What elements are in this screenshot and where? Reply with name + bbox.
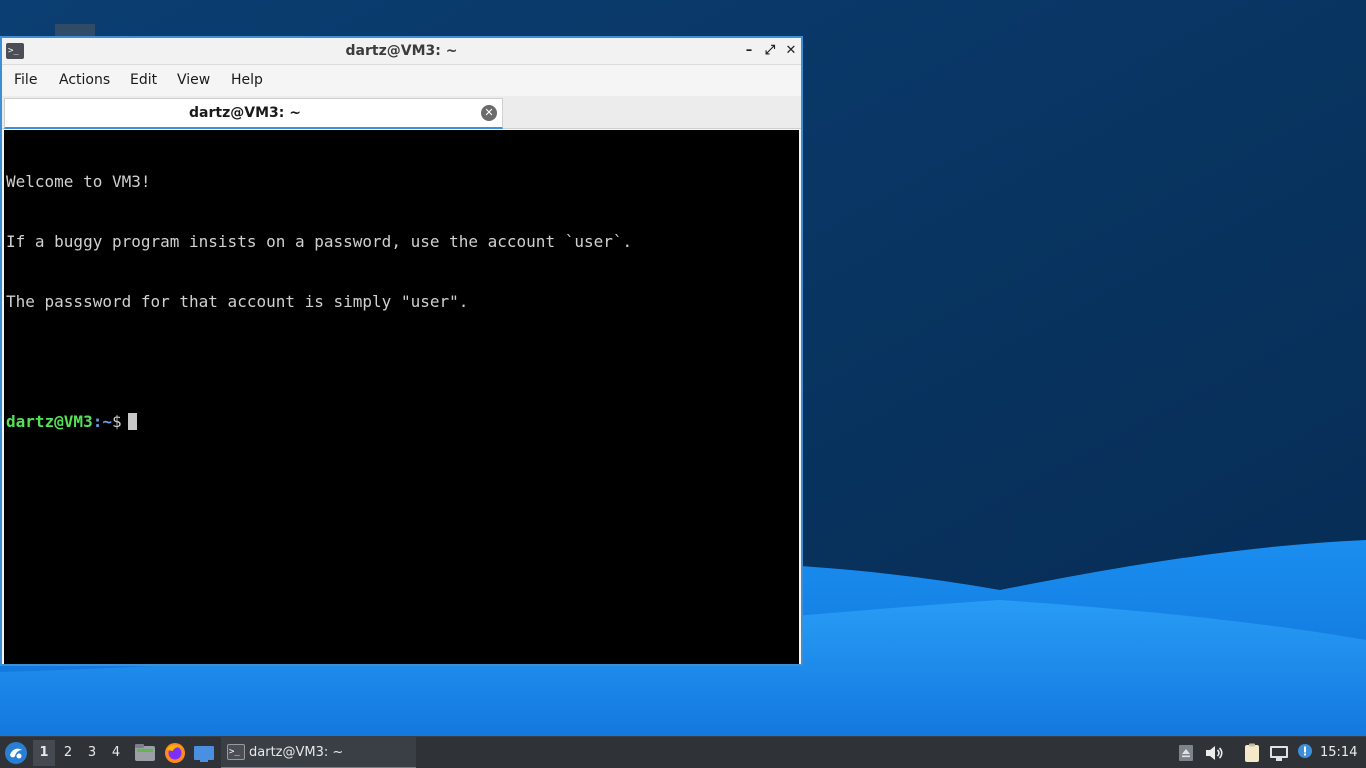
workspace-1[interactable]: 1	[33, 740, 55, 766]
menu-actions[interactable]: Actions	[57, 65, 112, 96]
firefox-icon[interactable]	[163, 741, 187, 765]
maximize-button[interactable]: ⤢	[760, 41, 780, 61]
workspace-2[interactable]: 2	[57, 740, 79, 766]
file-manager-icon[interactable]	[133, 741, 157, 765]
prompt-symbol: $	[111, 412, 122, 431]
terminal-line: If a buggy program insists on a password…	[6, 232, 633, 251]
terminal-output[interactable]: Welcome to VM3! If a buggy program insis…	[4, 130, 799, 664]
clock[interactable]: 15:14	[1320, 737, 1357, 768]
close-button[interactable]: ✕	[781, 41, 801, 61]
volume-icon[interactable]	[1203, 742, 1225, 764]
terminal-line: The passsword for that account is simply…	[6, 292, 469, 311]
text-cursor	[127, 413, 137, 430]
terminal-prompt[interactable]: dartz@VM3:~$	[6, 412, 797, 432]
minimize-button[interactable]: –	[739, 41, 759, 61]
workspace-3[interactable]: 3	[81, 740, 103, 766]
prompt-separator: :	[92, 412, 103, 431]
taskbar: 1 2 3 4 >_ dartz@VM3: ~ 15:14	[0, 736, 1366, 768]
menu-view[interactable]: View	[175, 65, 212, 96]
terminal-icon: >_	[227, 744, 245, 760]
close-icon[interactable]: ✕	[481, 105, 497, 121]
task-label: dartz@VM3: ~	[249, 745, 344, 760]
tab-bar: dartz@VM3: ~ ✕	[2, 96, 801, 129]
tab-terminal[interactable]: dartz@VM3: ~ ✕	[4, 98, 503, 129]
menu-edit[interactable]: Edit	[128, 65, 159, 96]
lxqt-start-icon[interactable]	[4, 741, 28, 765]
window-title: dartz@VM3: ~	[345, 43, 458, 59]
tab-label: dartz@VM3: ~	[189, 105, 301, 121]
update-notifier-icon[interactable]	[1294, 742, 1316, 764]
menubar: File Actions Edit View Help	[2, 65, 801, 96]
desktop-marker	[55, 24, 95, 36]
terminal-line: Welcome to VM3!	[6, 172, 151, 191]
terminal-window[interactable]: >_ dartz@VM3: ~ – ⤢ ✕ File Actions Edit …	[0, 36, 803, 666]
task-terminal[interactable]: >_ dartz@VM3: ~	[221, 737, 416, 768]
show-desktop-icon[interactable]	[192, 741, 216, 765]
eject-icon[interactable]	[1175, 742, 1197, 764]
window-titlebar[interactable]: >_ dartz@VM3: ~ – ⤢ ✕	[2, 38, 801, 65]
menu-file[interactable]: File	[12, 65, 39, 96]
clipboard-icon[interactable]	[1241, 742, 1263, 764]
workspace-4[interactable]: 4	[105, 740, 127, 766]
prompt-user-host: dartz@VM3	[6, 412, 93, 431]
prompt-path: ~	[102, 412, 112, 431]
menu-help[interactable]: Help	[229, 65, 265, 96]
network-icon[interactable]	[1268, 742, 1290, 764]
